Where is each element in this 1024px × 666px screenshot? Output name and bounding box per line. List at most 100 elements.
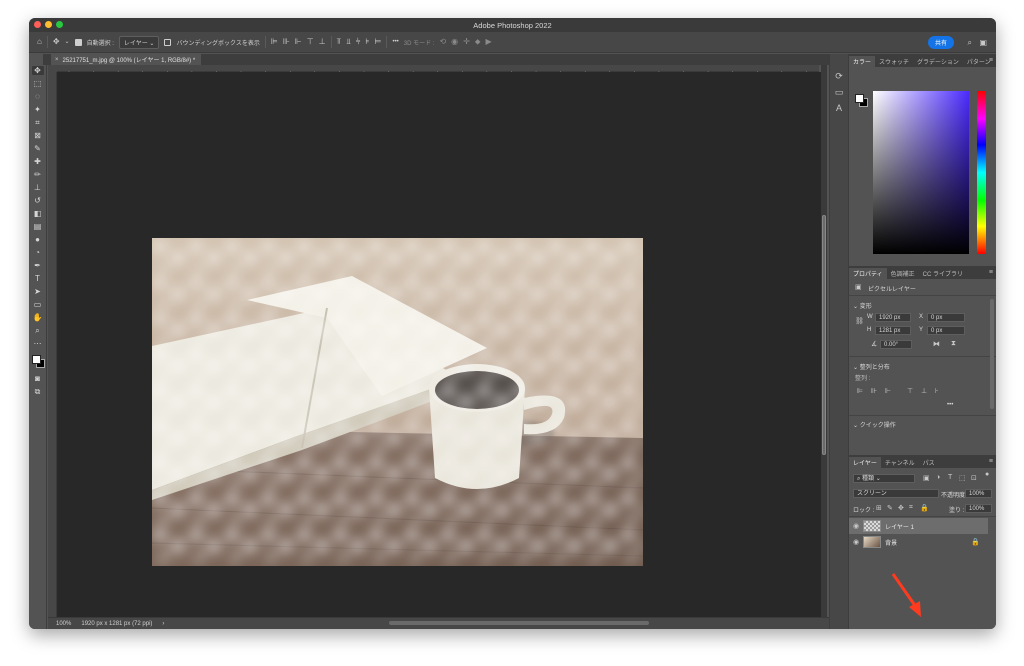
align-right-icon[interactable]: ⊩ [295, 38, 302, 46]
pen-tool-icon[interactable]: ✒ [32, 261, 44, 270]
comments-panel-icon[interactable]: ▭ [835, 88, 844, 97]
frame-tool-icon[interactable]: ⊠ [32, 131, 44, 140]
tab-color[interactable]: カラー [849, 56, 876, 67]
properties-scrollbar[interactable] [990, 299, 994, 409]
y-field[interactable]: 0 px [927, 326, 965, 335]
align-section-title[interactable]: ⌄ 整列と分布 [853, 362, 890, 371]
move-tool-icon[interactable]: ✥ [31, 66, 44, 75]
eye-icon[interactable]: ◉ [853, 523, 859, 530]
blend-mode-dropdown[interactable]: スクリーン [853, 489, 939, 498]
workspace-icon[interactable]: ▣ [979, 39, 987, 47]
link-icon[interactable]: ⛓ [855, 317, 864, 325]
stamp-tool-icon[interactable]: ⊥ [32, 183, 44, 192]
3d-pan-icon[interactable]: ✛ [463, 38, 470, 46]
filter-pixel-icon[interactable]: ▣ [923, 474, 930, 482]
align-top-icon[interactable]: ⊤ [907, 387, 913, 395]
align-left-icon[interactable]: ⊫ [857, 387, 863, 395]
panel-menu-icon[interactable]: ≡ [989, 57, 993, 64]
tab-layers[interactable]: レイヤー [849, 457, 881, 468]
distribute-right-icon[interactable]: ⊨ [375, 38, 382, 46]
tab-gradients[interactable]: グラデーション [913, 56, 963, 67]
history-panel-icon[interactable]: ⟳ [835, 72, 843, 81]
lock-all-icon[interactable]: 🔒 [920, 504, 929, 512]
layer-name[interactable]: 背景 [885, 538, 897, 547]
dodge-tool-icon[interactable]: ◔ [32, 248, 44, 257]
minimize-window-button[interactable] [45, 21, 52, 28]
3d-camera-icon[interactable]: ▶ [485, 38, 491, 46]
filter-toggle-icon[interactable]: ● [985, 471, 989, 478]
crop-tool-icon[interactable]: ⌗ [32, 118, 44, 127]
artboard-tool-icon[interactable]: ⬚ [32, 79, 44, 88]
chevron-down-icon[interactable]: ⌄ [65, 39, 70, 45]
hand-tool-icon[interactable]: ✋ [32, 313, 44, 322]
transform-section-title[interactable]: ⌄ 変形 [853, 301, 872, 310]
filter-adjustment-icon[interactable]: ◑ [936, 474, 940, 481]
lock-image-icon[interactable]: ✎ [887, 504, 893, 512]
tab-swatches[interactable]: スウォッチ [875, 56, 913, 67]
filter-smart-object-icon[interactable]: ⊡ [971, 474, 977, 482]
share-button[interactable]: 共有 [927, 36, 954, 49]
history-brush-tool-icon[interactable]: ↺ [32, 196, 44, 205]
status-menu-arrow[interactable]: › [162, 621, 164, 627]
horizontal-scrollbar[interactable] [389, 621, 649, 625]
filter-type-icon[interactable]: T [948, 474, 952, 481]
tab-paths[interactable]: パス [919, 457, 939, 468]
align-center-icon[interactable]: ⊪ [283, 38, 290, 46]
foreground-color-swatch[interactable] [855, 94, 864, 103]
align-middle-icon[interactable]: ⊥ [319, 38, 326, 46]
tab-cc-libraries[interactable]: CC ライブラリ [919, 268, 967, 279]
fill-field[interactable]: 100% [965, 504, 992, 513]
move-tool-icon[interactable]: ✥ [53, 38, 60, 46]
magic-wand-tool-icon[interactable]: ✦ [32, 105, 44, 114]
3d-orbit-icon[interactable]: ⟲ [439, 38, 446, 46]
rectangle-tool-icon[interactable]: ▭ [32, 300, 44, 309]
auto-select-target-dropdown[interactable]: レイヤー ⌄ [118, 35, 160, 49]
layer-filter-dropdown[interactable]: ⌕ 種類 ⌄ [853, 474, 915, 483]
more-options-button[interactable]: ••• [392, 39, 398, 45]
align-center-icon[interactable]: ⊪ [871, 387, 877, 395]
tab-properties[interactable]: プロパティ [849, 268, 887, 279]
gradient-tool-icon[interactable]: ▤ [32, 222, 44, 231]
align-top-icon[interactable]: ⊤ [307, 38, 314, 46]
type-tool-icon[interactable]: T [32, 274, 44, 283]
lock-artboard-icon[interactable]: ⌗ [909, 504, 913, 512]
tab-channels[interactable]: チャンネル [881, 457, 919, 468]
filter-shape-icon[interactable]: ⬚ [959, 474, 966, 482]
foreground-color-swatch[interactable] [31, 355, 41, 364]
zoom-window-button[interactable] [56, 21, 63, 28]
width-field[interactable]: 1920 px [875, 313, 911, 322]
panel-menu-icon[interactable]: ≡ [989, 458, 993, 465]
lock-transparent-icon[interactable]: ⊞ [876, 504, 882, 512]
align-more-button[interactable]: ••• [947, 402, 953, 408]
canvas-area[interactable] [57, 72, 821, 617]
screen-mode-icon[interactable]: ⧉ [32, 387, 44, 396]
x-field[interactable]: 0 px [927, 313, 965, 322]
color-swatches[interactable] [31, 352, 45, 370]
flip-horizontal-icon[interactable]: ⧓ [933, 340, 940, 348]
distribute-middle-icon[interactable]: ⫫ [346, 38, 351, 46]
distribute-left-icon[interactable]: ⊧ [365, 38, 369, 46]
align-bottom-icon[interactable]: ⊦ [935, 387, 939, 395]
zoom-tool-icon[interactable]: ⌕ [32, 326, 44, 335]
height-field[interactable]: 1281 px [875, 326, 911, 335]
close-icon[interactable]: × [55, 57, 59, 63]
eyedropper-tool-icon[interactable]: ✎ [32, 144, 44, 153]
flip-vertical-icon[interactable]: ⧗ [951, 340, 956, 348]
document-image[interactable] [152, 238, 643, 566]
lasso-tool-icon[interactable]: ◌ [32, 92, 44, 101]
distribute-top-icon[interactable]: ⫪ [337, 38, 342, 46]
layer-name[interactable]: レイヤー 1 [885, 522, 914, 531]
vertical-scrollbar[interactable] [821, 65, 827, 617]
angle-field[interactable]: 0.00° [880, 340, 912, 349]
tab-adjustments[interactable]: 色調補正 [887, 268, 919, 279]
bounding-box-checkbox[interactable] [164, 38, 172, 46]
healing-brush-tool-icon[interactable]: ✚ [32, 157, 44, 166]
layer-row[interactable]: ◉ レイヤー 1 [849, 518, 988, 534]
distribute-bottom-icon[interactable]: ⫩ [356, 38, 361, 46]
search-icon[interactable]: ⌕ [968, 39, 972, 47]
character-panel-icon[interactable]: A [836, 104, 842, 113]
zoom-level[interactable]: 100% [56, 621, 71, 627]
color-field[interactable] [873, 91, 969, 254]
blur-tool-icon[interactable]: ● [32, 235, 44, 244]
path-selection-tool-icon[interactable]: ➤ [32, 287, 44, 296]
